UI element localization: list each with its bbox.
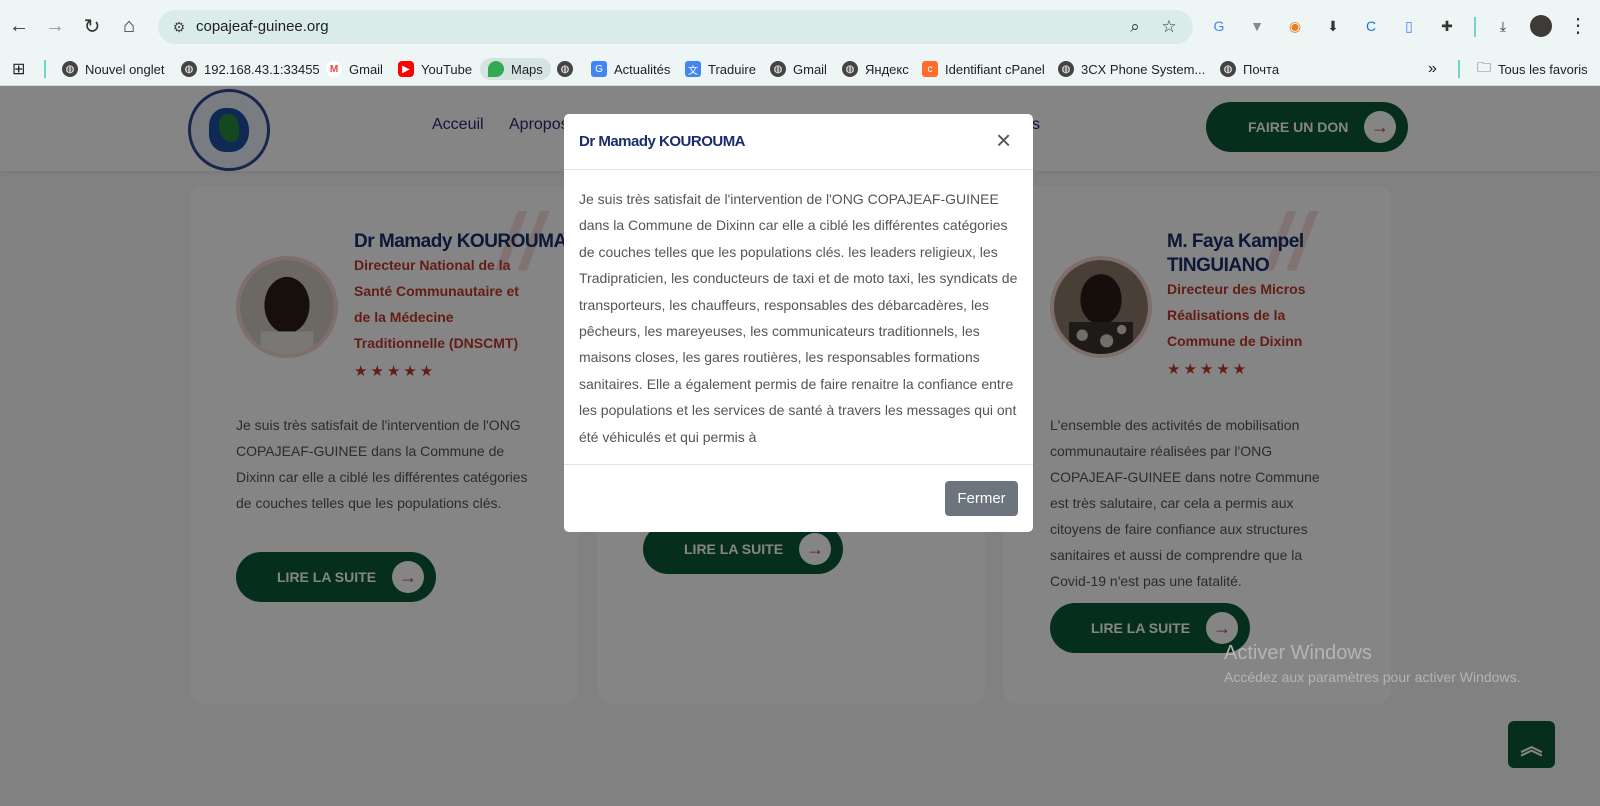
globe-icon: ◍ bbox=[842, 61, 858, 77]
browser-toolbar: ← → ↻ ⌂ ⚙ copajeaf-guinee.org ⌕ ☆ G ▼ ◉ … bbox=[0, 0, 1600, 52]
translate-extension-icon[interactable]: G bbox=[1208, 15, 1230, 37]
modal-title: Dr Mamady KOUROUMA bbox=[579, 133, 746, 150]
bookmark-item[interactable]: ◍ bbox=[557, 58, 580, 80]
globe-icon: ◍ bbox=[770, 61, 786, 77]
cpanel-icon: c bbox=[922, 61, 938, 77]
bookmark-item[interactable]: ◍ 3CX Phone System... bbox=[1058, 58, 1205, 80]
globe-icon: ◍ bbox=[1058, 61, 1074, 77]
extension-c-icon[interactable]: C bbox=[1360, 15, 1382, 37]
gmail-icon: M bbox=[326, 61, 342, 77]
bookmark-item[interactable]: 文 Traduire bbox=[685, 58, 756, 80]
bookmark-item[interactable]: c Identifiant cPanel bbox=[922, 58, 1045, 80]
bookmarks-separator bbox=[44, 60, 46, 78]
globe-icon: ◍ bbox=[62, 61, 78, 77]
bookmark-item[interactable]: ◍ Яндекс bbox=[842, 58, 909, 80]
download-extension-icon[interactable]: ⬇ bbox=[1322, 15, 1344, 37]
bookmark-star-icon[interactable]: ☆ bbox=[1158, 17, 1180, 37]
profile-avatar[interactable] bbox=[1530, 15, 1552, 37]
bookmark-item[interactable]: ▶ YouTube bbox=[398, 58, 472, 80]
downloads-icon[interactable]: ⤓ bbox=[1492, 15, 1514, 37]
translate-icon: 文 bbox=[685, 61, 701, 77]
windows-activation-title: Activer Windows bbox=[1224, 642, 1372, 664]
bookmark-item[interactable]: Maps bbox=[480, 58, 551, 80]
extension-v-icon[interactable]: ▼ bbox=[1246, 15, 1268, 37]
testimonial-modal: Dr Mamady KOUROUMA × Je suis très satisf… bbox=[564, 114, 1033, 532]
all-bookmarks-folder[interactable]: 🗀 Tous les favoris bbox=[1477, 58, 1588, 80]
close-modal-button[interactable]: Fermer bbox=[945, 481, 1018, 516]
bookmarks-bar: ⊞ ◍ Nouvel onglet ◍ 192.168.43.1:33455 M Gm… bbox=[0, 52, 1600, 86]
windows-activation-subtitle: Accédez aux paramètres pour activer Wind… bbox=[1224, 669, 1521, 685]
home-icon[interactable]: ⌂ bbox=[116, 13, 142, 39]
globe-icon: ◍ bbox=[557, 61, 573, 77]
toolbar-separator bbox=[1474, 17, 1476, 37]
url-text: copajeaf-guinee.org bbox=[196, 18, 329, 35]
site-settings-icon[interactable]: ⚙ bbox=[170, 18, 188, 36]
extension-orange-icon[interactable]: ◉ bbox=[1284, 15, 1306, 37]
maps-pin-icon bbox=[488, 61, 504, 77]
modal-footer: Fermer bbox=[564, 464, 1033, 532]
bookmark-item[interactable]: ◍ Nouvel onglet bbox=[62, 58, 165, 80]
bookmark-item[interactable]: ◍ Почта bbox=[1220, 58, 1279, 80]
modal-header: Dr Mamady KOUROUMA × bbox=[564, 114, 1033, 170]
modal-body-text: Je suis très satisfait de l'intervention… bbox=[579, 191, 1018, 445]
apps-grid-icon[interactable]: ⊞ bbox=[12, 58, 25, 80]
bookmarks-separator bbox=[1458, 60, 1460, 78]
news-icon: G bbox=[591, 61, 607, 77]
address-bar[interactable]: ⚙ copajeaf-guinee.org ⌕ ☆ bbox=[158, 10, 1193, 44]
zoom-icon[interactable]: ⌕ bbox=[1124, 17, 1146, 37]
more-bookmarks-icon[interactable]: » bbox=[1428, 58, 1437, 80]
extension-doc-icon[interactable]: ▯ bbox=[1398, 15, 1420, 37]
extensions-puzzle-icon[interactable]: ✚ bbox=[1436, 15, 1458, 37]
back-icon[interactable]: ← bbox=[6, 13, 32, 39]
bookmark-item[interactable]: ◍ 192.168.43.1:33455 bbox=[181, 58, 320, 80]
globe-icon: ◍ bbox=[1220, 61, 1236, 77]
bookmark-item[interactable]: M Gmail bbox=[326, 58, 383, 80]
reload-icon[interactable]: ↻ bbox=[79, 13, 105, 39]
youtube-icon: ▶ bbox=[398, 61, 414, 77]
bookmark-item[interactable]: G Actualités bbox=[591, 58, 670, 80]
folder-icon: 🗀 bbox=[1477, 59, 1491, 75]
bookmark-item[interactable]: ◍ Gmail bbox=[770, 58, 827, 80]
globe-icon: ◍ bbox=[181, 61, 197, 77]
menu-kebab-icon[interactable]: ⋮ bbox=[1568, 13, 1588, 38]
forward-icon[interactable]: → bbox=[42, 13, 68, 39]
close-icon[interactable]: × bbox=[996, 126, 1011, 154]
